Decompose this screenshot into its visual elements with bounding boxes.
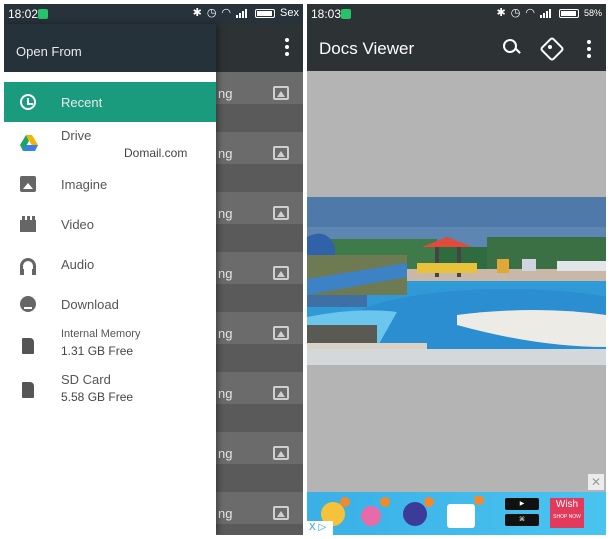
image-icon — [273, 266, 289, 280]
list-item[interactable]: ng — [216, 312, 303, 358]
drawer-item-audio[interactable]: Audio — [4, 244, 216, 284]
drawer-item-free-space: 1.31 GB Free — [61, 344, 134, 358]
battery-icon — [255, 8, 276, 18]
clock-icon — [20, 94, 36, 110]
left-phone-screen: 18:02 ✱ ◷ ◠ Sex ng ng ng ng ng ng ng ng … — [4, 4, 303, 535]
alarm-icon: ◷ — [206, 7, 217, 19]
app-notification-icon — [38, 9, 48, 19]
drawer-item-download[interactable]: Download — [4, 284, 216, 324]
navigation-drawer: Open From Recent Drive Domail.com Imagin… — [4, 24, 216, 535]
wifi-icon: ◠ — [221, 7, 232, 19]
list-item[interactable]: ng — [216, 372, 303, 418]
image-icon — [273, 386, 289, 400]
drawer-item-label: Internal Memory — [61, 328, 141, 340]
battery-percent: 58% — [583, 8, 602, 18]
ad-choices-icon[interactable]: X ▷ — [307, 521, 333, 535]
ad-banner[interactable]: ▶ ⌘ Wish SHOP NOW X ▷ — [307, 492, 606, 535]
drawer-item-free-space: 5.58 GB Free — [61, 390, 134, 404]
app-store-badge[interactable]: ⌘ — [505, 514, 539, 526]
drawer-item-video[interactable]: Video — [4, 204, 216, 244]
right-phone-screen: 18:03 ✱ ◷ ◠ 58% Docs Viewer ✕ ▶ ⌘ Wish S… — [307, 4, 606, 535]
ad-products-graphic — [321, 496, 484, 528]
document-image — [307, 197, 606, 365]
app-title: Docs Viewer — [319, 39, 415, 58]
status-bar: 18:03 ✱ ◷ ◠ 58% — [307, 4, 606, 24]
sd-card-icon — [22, 382, 34, 398]
drawer-item-internal-memory[interactable]: Internal Memory 1.31 GB Free — [4, 324, 216, 368]
drawer-item-label: Download — [61, 296, 119, 312]
status-time: 18:03 — [311, 7, 342, 21]
more-vert-icon[interactable] — [577, 38, 601, 62]
list-item[interactable]: ng — [216, 492, 303, 535]
drawer-item-sd-card[interactable]: SD Card 5.58 GB Free — [4, 368, 216, 412]
image-icon — [273, 206, 289, 220]
status-bar: 18:02 ✱ ◷ ◠ Sex — [4, 4, 303, 24]
drawer-item-imagine[interactable]: Imagine — [4, 164, 216, 204]
more-vert-icon[interactable] — [285, 38, 289, 56]
drawer-item-drive[interactable]: Drive Domail.com — [4, 122, 216, 164]
signal-icon — [539, 8, 554, 18]
image-icon — [273, 446, 289, 460]
list-item[interactable]: ng — [216, 432, 303, 478]
google-drive-icon — [20, 135, 38, 151]
battery-icon — [558, 8, 579, 18]
bluetooth-icon: ✱ — [192, 7, 202, 19]
drawer-item-label: Video — [61, 216, 95, 232]
drawer-item-label: Drive — [61, 128, 92, 143]
drawer-item-label: SD Card — [61, 372, 111, 387]
google-play-badge[interactable]: ▶ — [505, 498, 539, 510]
video-icon — [20, 216, 36, 232]
app-notification-icon — [341, 9, 351, 19]
drawer-title: Open From — [4, 24, 216, 72]
drive-account-email: Domail.com — [124, 146, 188, 160]
image-icon — [273, 146, 289, 160]
sd-card-icon — [22, 338, 34, 354]
status-day: Sex — [280, 7, 299, 19]
headphones-icon — [20, 258, 36, 275]
drawer-item-label: Recent — [61, 94, 103, 110]
status-time: 18:02 — [8, 7, 39, 21]
rotate-icon[interactable] — [539, 36, 563, 60]
image-icon — [20, 176, 36, 192]
list-item[interactable]: ng — [216, 252, 303, 298]
image-icon — [273, 506, 289, 520]
wifi-icon: ◠ — [525, 7, 535, 19]
image-icon — [273, 86, 289, 100]
drawer-item-label: Imagine — [61, 176, 108, 192]
list-item[interactable]: ng — [216, 132, 303, 178]
drawer-item-recent[interactable]: Recent — [4, 82, 216, 122]
status-icons: ✱ ◷ ◠ Sex — [193, 7, 299, 19]
ad-close-button[interactable]: ✕ — [588, 474, 604, 490]
alarm-icon: ◷ — [510, 7, 521, 19]
app-toolbar: Docs Viewer — [307, 24, 606, 71]
bluetooth-icon: ✱ — [496, 7, 506, 19]
download-icon — [20, 296, 36, 312]
wish-logo[interactable]: Wish SHOP NOW — [550, 498, 584, 528]
signal-icon — [236, 8, 250, 18]
image-icon — [273, 326, 289, 340]
list-item[interactable]: ng — [216, 72, 303, 118]
search-icon[interactable] — [500, 36, 524, 60]
drawer-item-label: Audio — [61, 256, 95, 272]
drawer-list: Recent Drive Domail.com Imagine Video Au… — [4, 72, 216, 412]
list-item[interactable]: ng — [216, 192, 303, 238]
status-icons: ✱ ◷ ◠ 58% — [497, 7, 602, 19]
